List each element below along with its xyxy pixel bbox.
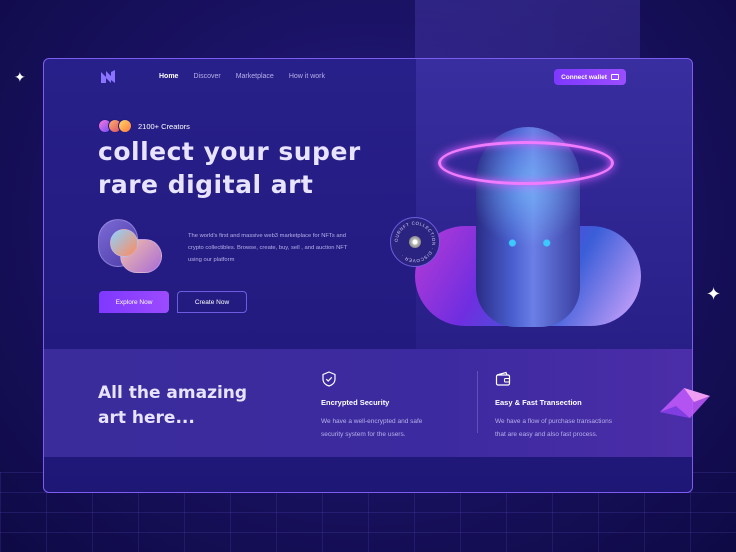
halo-ring xyxy=(438,141,614,185)
hero-description: The world's first and massive web3 marke… xyxy=(188,233,348,263)
feature-title: Encrypted Security xyxy=(321,398,390,407)
crystal-decoration-icon xyxy=(660,388,710,418)
main-nav: Home Discover Marketplace How it work xyxy=(159,73,325,80)
landing-page-frame: Home Discover Marketplace How it work Co… xyxy=(43,58,693,493)
wallet-icon xyxy=(495,371,511,386)
shield-check-icon xyxy=(322,371,336,387)
headline-line: rare digital art xyxy=(98,170,314,199)
creators-stat: 2100+ Creators xyxy=(98,119,190,133)
feature-description: We have a flow of purchase transactions … xyxy=(495,415,645,441)
feature-title: Easy & Fast Transection xyxy=(495,398,582,407)
wallet-icon xyxy=(610,74,619,80)
features-title-line: All the amazing xyxy=(98,383,248,403)
connect-wallet-label: Connect wallet xyxy=(561,73,607,81)
feature-description-line: security system for the users. xyxy=(321,431,406,438)
logo-icon[interactable] xyxy=(99,69,117,85)
feature-description-line: We have a flow of purchase transactions xyxy=(495,418,612,425)
headline-line: collect your super xyxy=(98,137,361,166)
nav-item-home[interactable]: Home xyxy=(159,73,178,80)
features-title: All the amazing art here... xyxy=(98,381,247,431)
feature-description: We have a well-encrypted and safe securi… xyxy=(321,415,471,441)
sparkle-icon: ✦ xyxy=(706,284,722,304)
hero-artwork: OURNFT COLLECTION · DISCOVER · xyxy=(390,119,644,329)
feature-description-line: that are easy and also fast process. xyxy=(495,431,598,438)
avatar xyxy=(118,119,132,133)
connect-wallet-button[interactable]: Connect wallet xyxy=(554,69,626,85)
features-section: All the amazing art here... Encrypted Se… xyxy=(44,349,692,457)
badge-text: OURNFT COLLECTION · DISCOVER · xyxy=(394,221,436,264)
svg-text:OURNFT COLLECTION · DISCOVER ·: OURNFT COLLECTION · DISCOVER · xyxy=(394,221,437,264)
nft-thumbnail xyxy=(110,229,138,257)
create-now-button[interactable]: Create Now xyxy=(177,291,247,313)
nav-item-discover[interactable]: Discover xyxy=(193,73,220,80)
creators-count: 2100+ Creators xyxy=(138,121,190,131)
features-title-line: art here... xyxy=(98,408,195,428)
nav-item-marketplace[interactable]: Marketplace xyxy=(236,73,274,80)
feature-easy-fast-transection: Easy & Fast Transection We have a flow o… xyxy=(495,371,645,441)
feature-divider xyxy=(477,371,478,433)
nft-card-preview xyxy=(98,219,173,279)
hero-headline: collect your super rare digital art xyxy=(98,135,428,201)
feature-encrypted-security: Encrypted Security We have a well-encryp… xyxy=(321,371,471,441)
explore-now-button[interactable]: Explore Now xyxy=(99,291,169,313)
collection-badge[interactable]: OURNFT COLLECTION · DISCOVER · xyxy=(390,217,440,267)
nav-item-how-it-work[interactable]: How it work xyxy=(289,73,325,80)
feature-description-line: We have a well-encrypted and safe xyxy=(321,418,423,425)
badge-ring-text: OURNFT COLLECTION · DISCOVER · xyxy=(394,221,437,264)
sparkle-icon: ✦ xyxy=(14,69,26,85)
